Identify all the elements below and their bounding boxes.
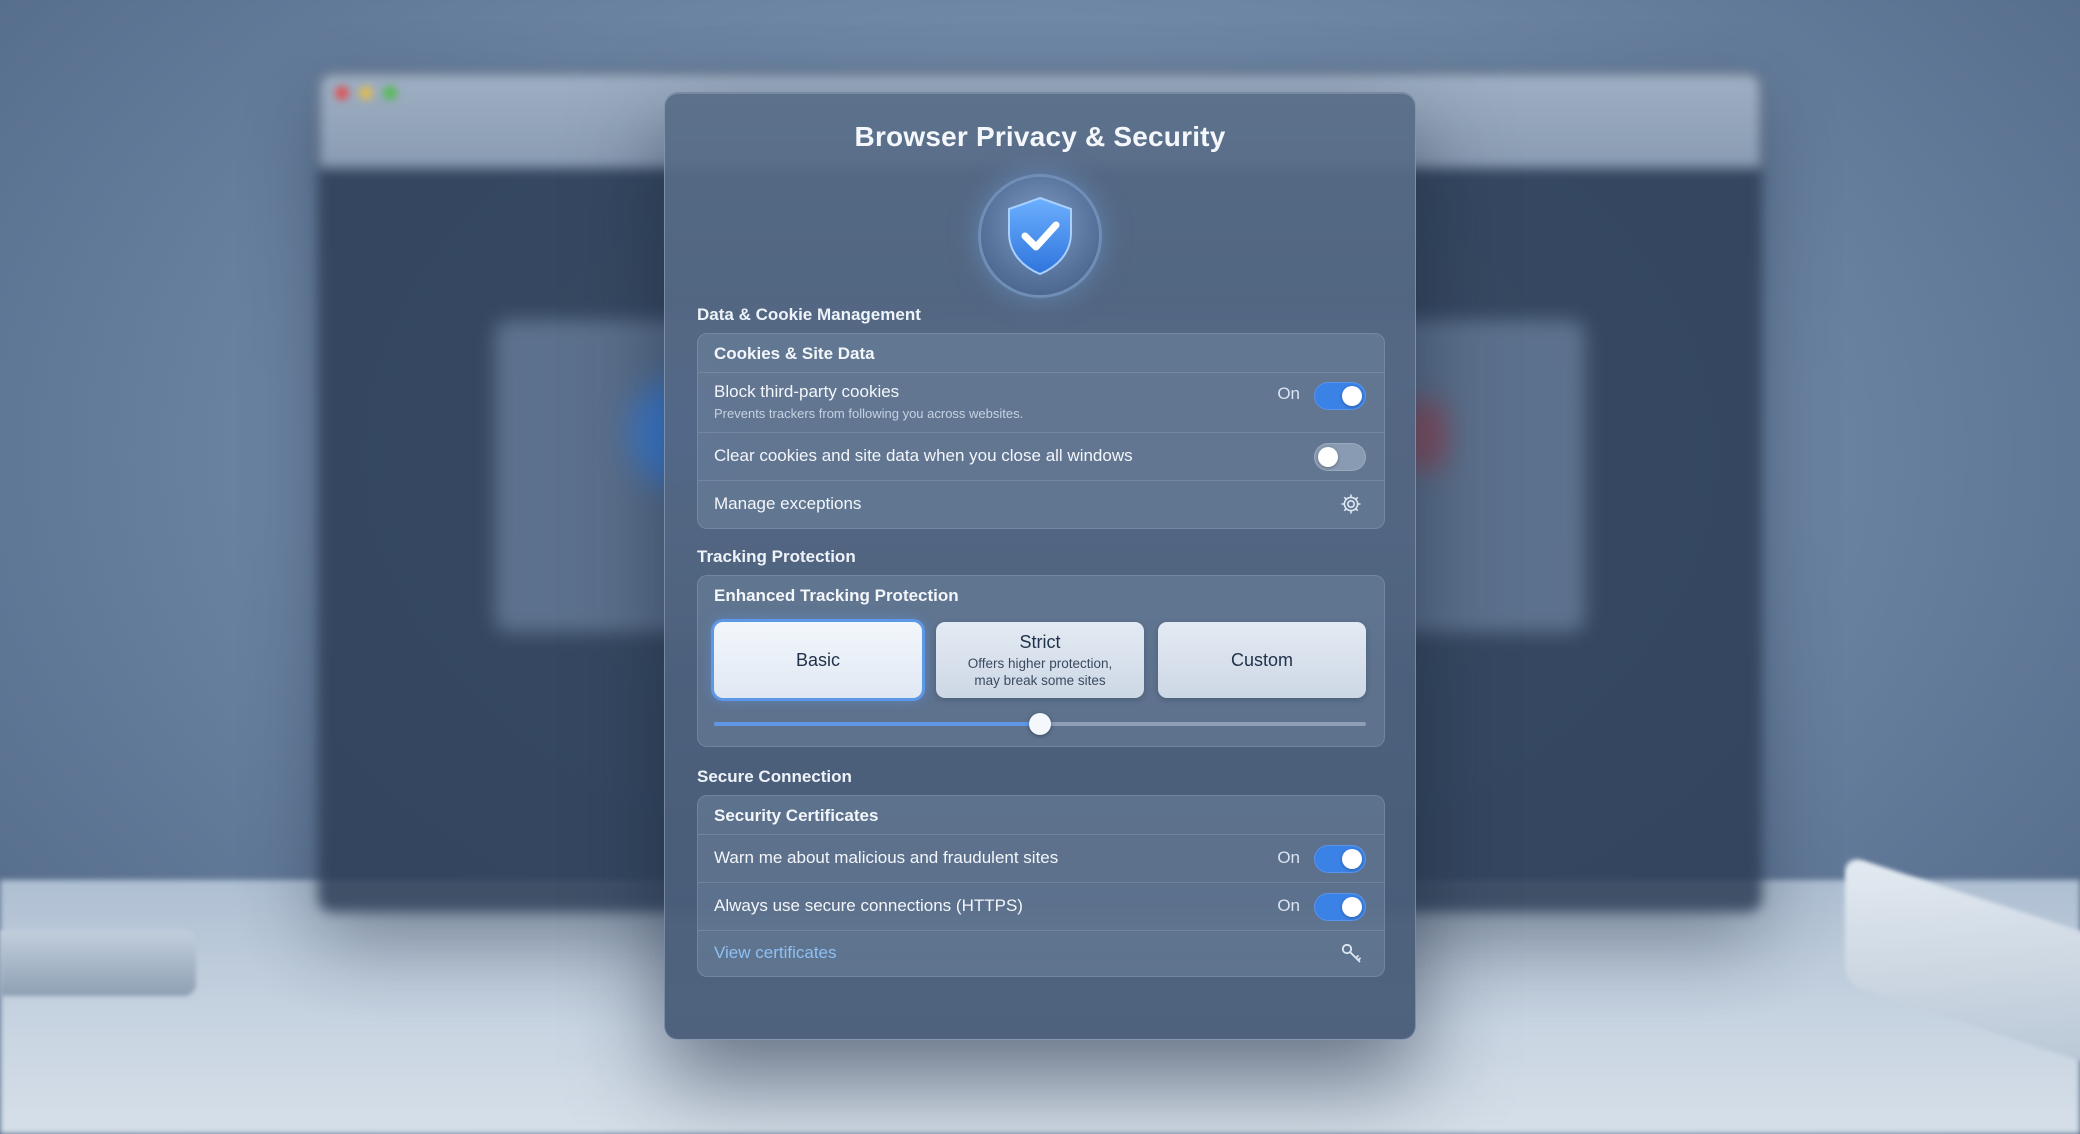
block-third-party-row: Block third-party cookies Prevents track… <box>698 372 1384 433</box>
section-label-secure: Secure Connection <box>697 767 852 786</box>
background-device <box>0 930 196 996</box>
tracking-option-custom[interactable]: Custom <box>1158 622 1366 698</box>
cookies-card: Cookies & Site Data Block third-party co… <box>697 333 1385 529</box>
slider-fill <box>714 722 1040 726</box>
tracking-option-strict[interactable]: Strict Offers higher protection, may bre… <box>936 622 1144 698</box>
cookies-card-title: Cookies & Site Data <box>714 344 875 363</box>
clear-on-close-row: Clear cookies and site data when you clo… <box>698 432 1384 481</box>
warn-malicious-row: Warn me about malicious and fraudulent s… <box>698 834 1384 883</box>
view-certificates-row: View certificates <box>698 930 1384 976</box>
https-only-state: On <box>1277 896 1300 915</box>
manage-exceptions-row[interactable]: Manage exceptions <box>698 480 1384 528</box>
https-only-label: Always use secure connections (HTTPS) <box>714 896 1023 915</box>
certificates-card-header: Security Certificates <box>698 796 1384 835</box>
warn-malicious-toggle[interactable] <box>1314 845 1366 873</box>
slider-thumb[interactable] <box>1029 713 1051 735</box>
tracking-card-title: Enhanced Tracking Protection <box>714 586 959 605</box>
https-only-row: Always use secure connections (HTTPS) On <box>698 882 1384 931</box>
panel-title: Browser Privacy & Security <box>854 121 1226 152</box>
clear-on-close-label: Clear cookies and site data when you clo… <box>714 446 1133 465</box>
tracking-card: Enhanced Tracking Protection Basic Stric… <box>697 575 1385 747</box>
tracking-option-basic[interactable]: Basic <box>714 622 922 698</box>
section-label-tracking: Tracking Protection <box>697 547 856 566</box>
shield-check-icon <box>1008 196 1072 276</box>
tracking-level-slider[interactable] <box>714 713 1366 735</box>
https-only-toggle[interactable] <box>1314 893 1366 921</box>
view-certificates-link[interactable]: View certificates <box>714 943 837 963</box>
block-third-party-description: Prevents trackers from following you acr… <box>714 406 1024 421</box>
tracking-option-description: Offers higher protection, may break some… <box>967 655 1113 688</box>
warn-malicious-state: On <box>1277 848 1300 867</box>
section-label-data-cookie: Data & Cookie Management <box>697 305 921 324</box>
manage-exceptions-label: Manage exceptions <box>714 494 862 513</box>
certificates-card: Security Certificates Warn me about mali… <box>697 795 1385 977</box>
key-icon[interactable] <box>1338 940 1364 966</box>
cookies-card-header: Cookies & Site Data <box>698 334 1384 373</box>
block-third-party-label: Block third-party cookies <box>714 382 900 401</box>
tracking-option-title: Basic <box>795 649 840 670</box>
tracking-option-title: Strict <box>1019 631 1061 652</box>
privacy-security-panel: Browser Privacy & Security Data & Cookie… <box>664 92 1416 1040</box>
gear-icon[interactable] <box>1338 491 1364 517</box>
block-third-party-state: On <box>1277 384 1300 403</box>
background-window-controls <box>335 86 397 100</box>
block-third-party-toggle[interactable] <box>1314 382 1366 410</box>
warn-malicious-label: Warn me about malicious and fraudulent s… <box>714 848 1059 867</box>
clear-on-close-toggle[interactable] <box>1314 443 1366 471</box>
tracking-option-title: Custom <box>1230 649 1293 670</box>
certificates-card-title: Security Certificates <box>714 806 879 825</box>
shield-badge <box>981 177 1099 295</box>
